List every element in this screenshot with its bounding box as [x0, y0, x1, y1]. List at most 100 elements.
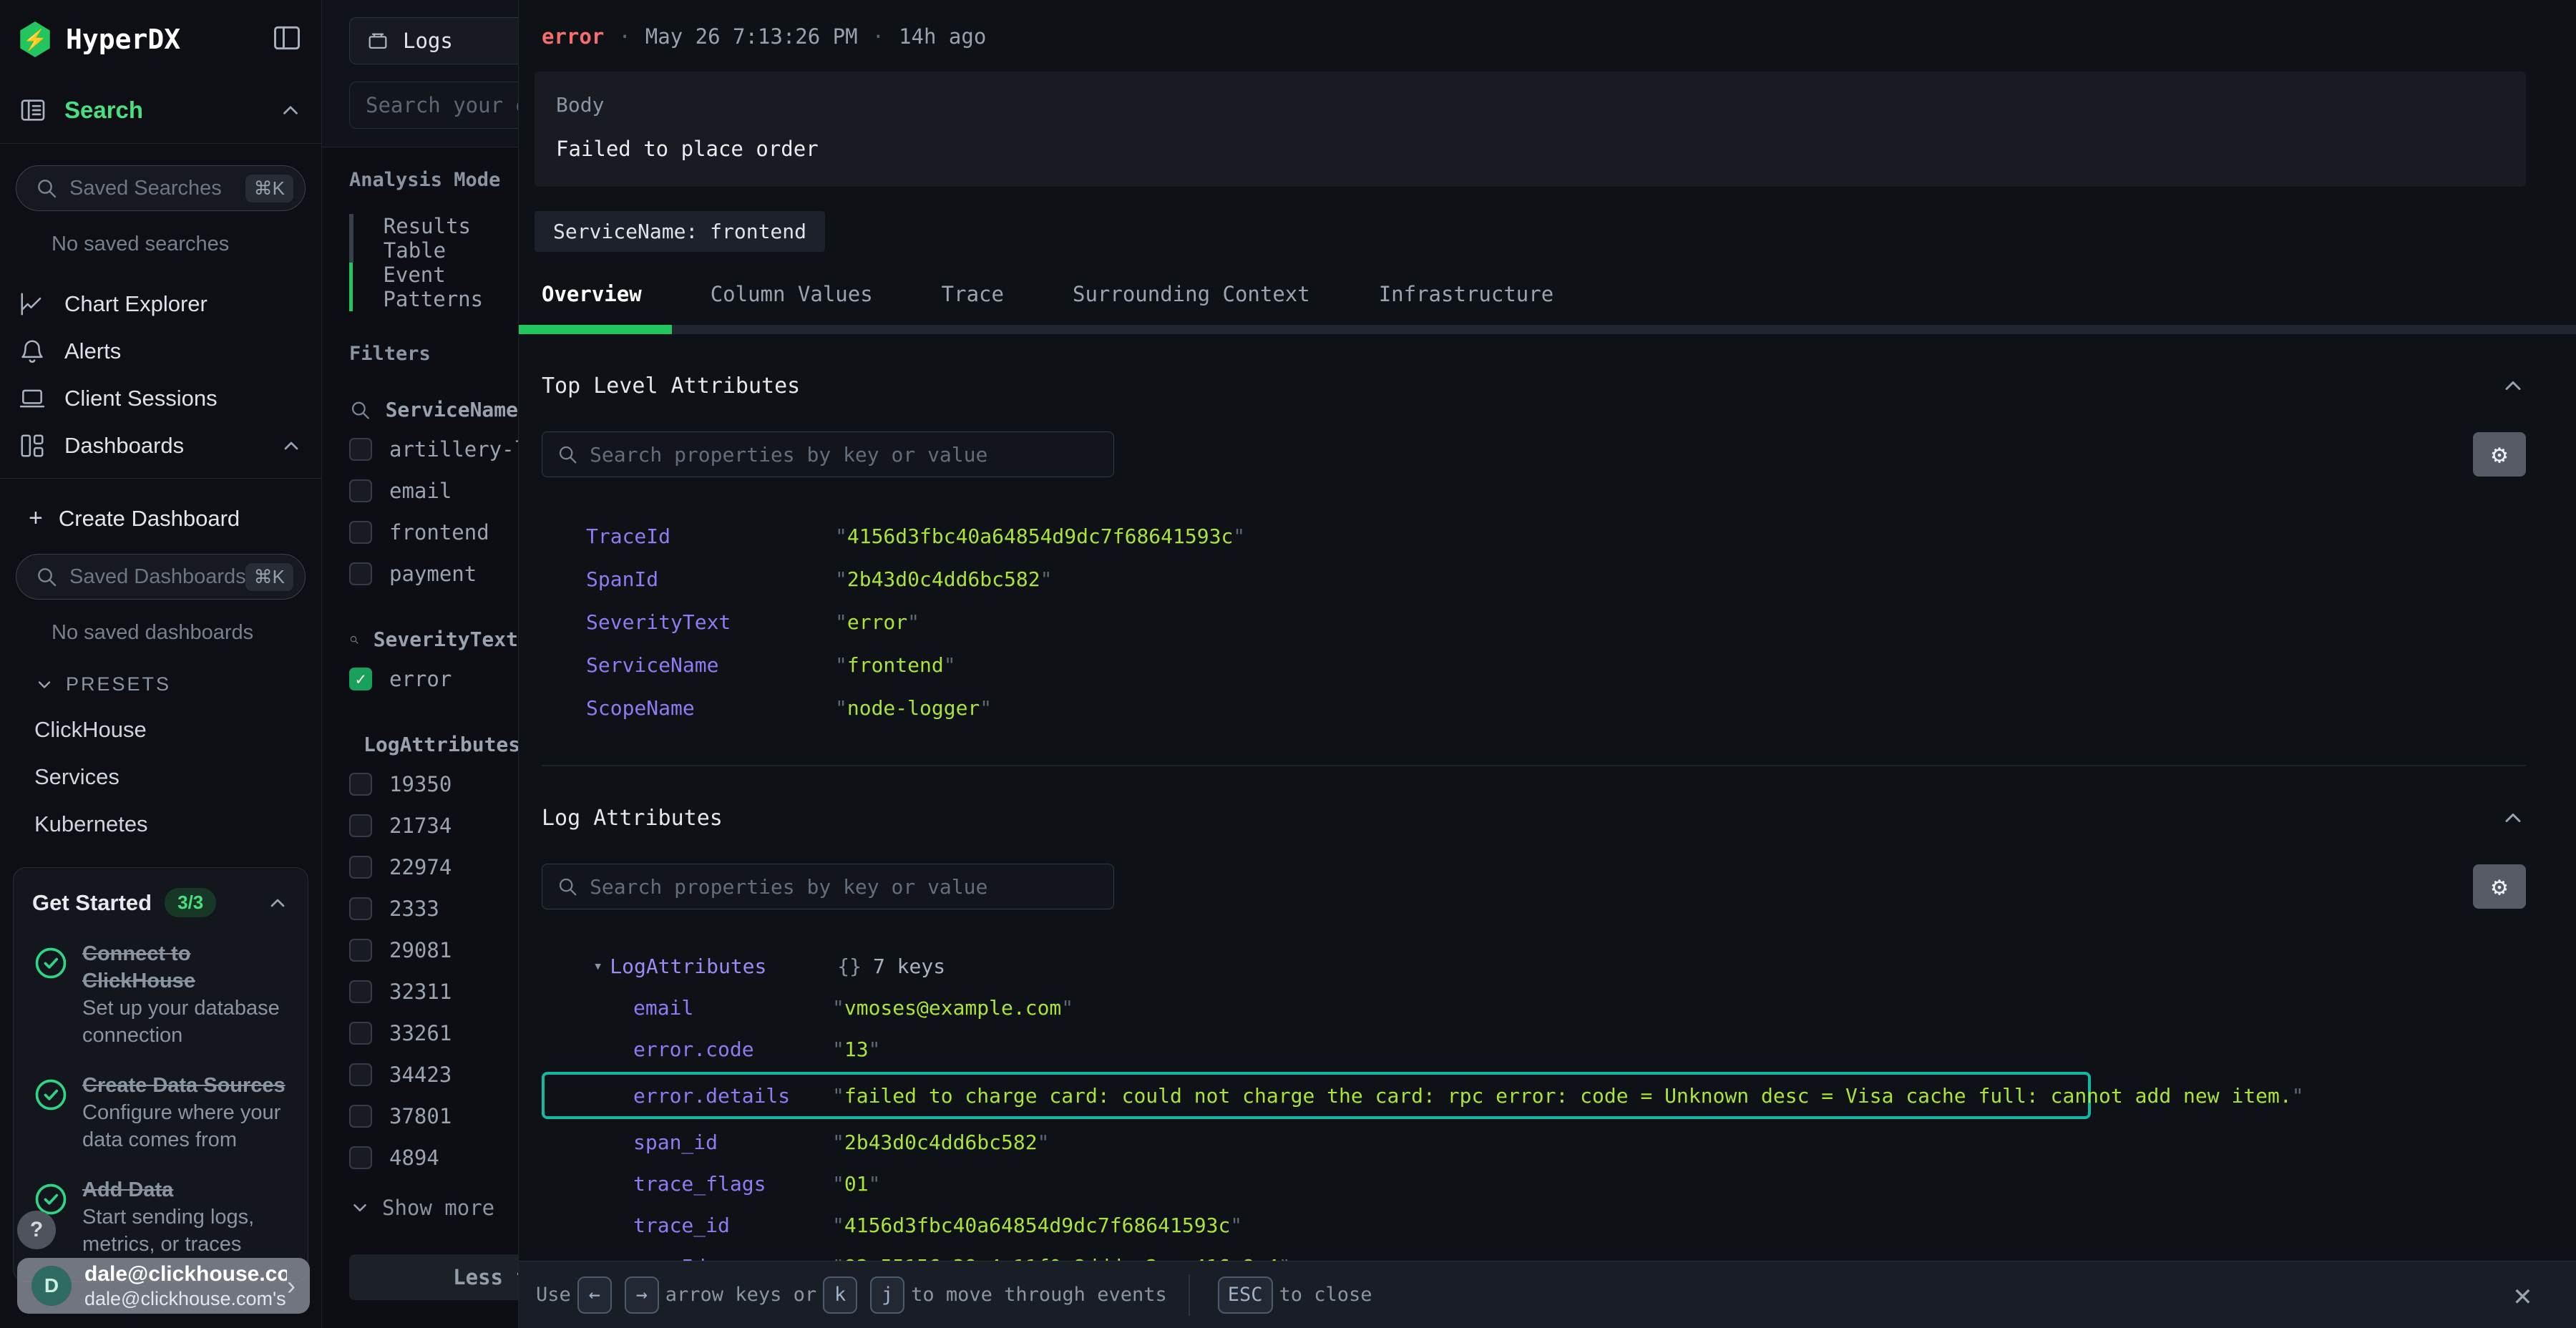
saved-searches-field[interactable] [69, 177, 245, 200]
filter-option[interactable]: email [349, 470, 518, 512]
property-search-input[interactable] [542, 864, 1114, 909]
checkbox[interactable] [349, 438, 372, 461]
filter-option[interactable]: 21734 [349, 805, 518, 846]
attribute-key[interactable]: error.details [633, 1084, 832, 1108]
checkbox[interactable] [349, 1022, 372, 1045]
chevron-up-icon[interactable] [2500, 373, 2526, 399]
attribute-key[interactable]: SeverityText [586, 610, 835, 634]
attribute-value[interactable]: "vmoses@example.com" [832, 996, 1073, 1020]
checkbox[interactable] [349, 980, 372, 1003]
checkbox[interactable] [349, 1146, 372, 1169]
attributes-settings-button[interactable]: ⚙ [2473, 432, 2526, 477]
checkbox[interactable] [349, 479, 372, 502]
preset-clickhouse[interactable]: ClickHouse [0, 695, 321, 743]
service-name-chip[interactable]: ServiceName: frontend [535, 211, 825, 252]
attribute-value[interactable]: "frontend" [835, 653, 956, 677]
attribute-key[interactable]: error.code [633, 1038, 832, 1061]
sidebar-section-search[interactable]: Search [0, 57, 321, 144]
tab-surrounding-context[interactable]: Surrounding Context [1073, 282, 1310, 306]
checkbox[interactable] [349, 814, 372, 837]
sidebar-item-client-sessions[interactable]: Client Sessions [0, 375, 321, 422]
tab-trace[interactable]: Trace [942, 282, 1004, 306]
filter-option[interactable]: 4894 [349, 1137, 518, 1178]
attribute-key[interactable]: ScopeName [586, 696, 835, 720]
filter-option[interactable]: 22974 [349, 846, 518, 888]
log-attributes-root[interactable]: ▾ LogAttributes {} 7 keys [542, 945, 2526, 987]
property-search-input[interactable] [542, 431, 1114, 477]
attribute-key[interactable]: ServiceName [586, 653, 835, 677]
get-started-header[interactable]: Get Started 3/3 [32, 888, 289, 917]
attribute-value[interactable]: "13" [832, 1038, 880, 1061]
filter-option[interactable]: 32311 [349, 971, 518, 1012]
checkbox[interactable] [349, 856, 372, 879]
attribute-value[interactable]: "2b43d0c4dd6bc582" [832, 1131, 1049, 1154]
less-filters-button[interactable]: Less fil [349, 1254, 519, 1300]
checkbox[interactable] [349, 562, 372, 585]
filter-group-header[interactable]: SeverityText [349, 628, 518, 651]
checkbox[interactable] [349, 773, 372, 796]
checkbox[interactable] [349, 1063, 372, 1086]
property-search-field[interactable] [590, 443, 1099, 467]
property-search-field[interactable] [590, 875, 1099, 899]
saved-searches-input[interactable]: ⌘K [16, 165, 306, 211]
get-started-item-add-data[interactable]: Add Data Start sending logs, metrics, or… [32, 1176, 289, 1258]
tab-infrastructure[interactable]: Infrastructure [1379, 282, 1553, 306]
root-key[interactable]: LogAttributes [610, 954, 837, 978]
event-search-field[interactable] [366, 93, 519, 117]
mode-event-patterns[interactable]: Event Patterns [349, 263, 518, 311]
attribute-key[interactable]: span_id [633, 1131, 832, 1154]
sidebar-item-chart-explorer[interactable]: Chart Explorer [0, 280, 321, 328]
filter-option[interactable]: 29081 [349, 929, 518, 971]
attribute-value[interactable]: "node-logger" [835, 696, 992, 720]
filter-option[interactable]: artillery-loa [349, 429, 518, 470]
close-icon[interactable]: ✕ [2514, 1277, 2532, 1312]
show-more-button[interactable]: Show more [349, 1196, 518, 1220]
attribute-value[interactable]: "01" [832, 1172, 880, 1196]
saved-dashboards-input[interactable]: ⌘K [16, 554, 306, 600]
checkbox[interactable] [349, 939, 372, 962]
sidebar-item-alerts[interactable]: Alerts [0, 328, 321, 375]
filter-option[interactable]: 2333 [349, 888, 518, 929]
attribute-key[interactable]: trace_id [633, 1214, 832, 1237]
tab-overview[interactable]: Overview [542, 282, 642, 306]
mode-results-table[interactable]: Results Table [349, 214, 518, 263]
attribute-key[interactable]: email [633, 996, 832, 1020]
get-started-item-connect[interactable]: Connect to ClickHouse Set up your databa… [32, 940, 289, 1049]
filter-option[interactable]: 37801 [349, 1095, 518, 1137]
tab-column-values[interactable]: Column Values [711, 282, 873, 306]
sidebar-collapse-icon[interactable] [271, 22, 303, 57]
get-started-item-sources[interactable]: Create Data Sources Configure where your… [32, 1072, 289, 1153]
filter-group-header[interactable]: ServiceName [349, 398, 518, 421]
attribute-key[interactable]: TraceId [586, 524, 835, 548]
preset-services[interactable]: Services [0, 743, 321, 790]
filter-option[interactable]: 34423 [349, 1054, 518, 1095]
filter-option[interactable]: 19350 [349, 763, 518, 805]
preset-kubernetes[interactable]: Kubernetes [0, 790, 321, 837]
checkbox[interactable] [349, 897, 372, 920]
filter-group-header[interactable]: LogAttributes [349, 733, 518, 756]
attribute-value[interactable]: "error" [835, 610, 919, 634]
sidebar-item-dashboards[interactable]: Dashboards [0, 422, 321, 469]
attribute-value[interactable]: "2b43d0c4dd6bc582" [835, 567, 1052, 591]
filter-option[interactable]: frontend [349, 512, 518, 553]
checkbox[interactable] [349, 521, 372, 544]
checkbox-checked[interactable]: ✓ [349, 668, 372, 690]
attribute-key[interactable]: SpanId [586, 567, 835, 591]
help-button[interactable]: ? [17, 1211, 56, 1249]
attribute-value[interactable]: "failed to charge card: could not charge… [832, 1084, 2304, 1108]
presets-toggle[interactable]: PRESETS [0, 645, 321, 695]
chevron-up-icon[interactable] [2500, 805, 2526, 831]
source-select[interactable]: Logs [349, 17, 519, 64]
checkbox[interactable] [349, 1105, 372, 1128]
event-search-input[interactable] [349, 82, 519, 129]
saved-dashboards-field[interactable] [69, 565, 245, 589]
attribute-key[interactable]: trace_flags [633, 1172, 832, 1196]
attribute-value[interactable]: "4156d3fbc40a64854d9dc7f68641593c" [832, 1214, 1242, 1237]
filter-option[interactable]: 33261 [349, 1012, 518, 1054]
attribute-value[interactable]: "4156d3fbc40a64854d9dc7f68641593c" [835, 524, 1245, 548]
user-account-chip[interactable]: D dale@clickhouse.com dale@clickhouse.co… [17, 1258, 310, 1314]
attributes-settings-button[interactable]: ⚙ [2473, 864, 2526, 909]
filter-option[interactable]: payment [349, 553, 518, 595]
create-dashboard-button[interactable]: + Create Dashboard [0, 479, 321, 532]
filter-option-checked[interactable]: ✓error [349, 658, 518, 700]
